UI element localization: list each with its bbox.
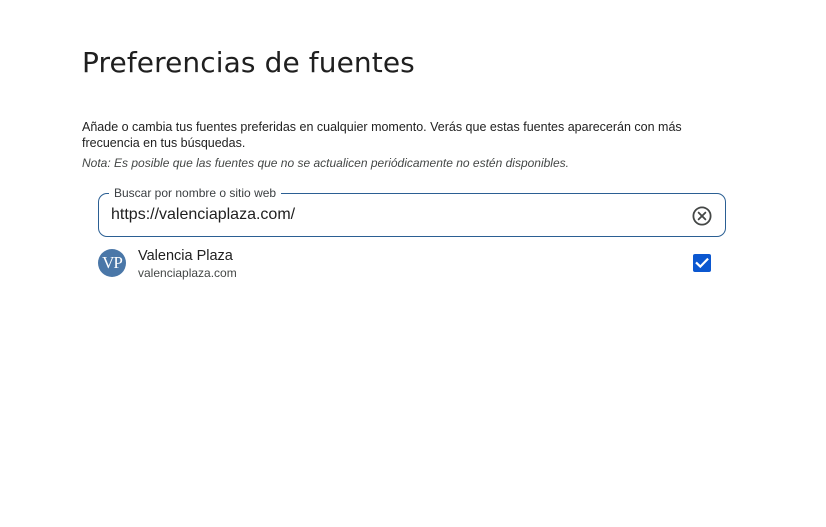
clear-circle-icon (692, 206, 712, 226)
source-domain: valenciaplaza.com (138, 266, 237, 280)
search-field[interactable]: Buscar por nombre o sitio web (98, 186, 726, 237)
page-description: Añade o cambia tus fuentes preferidas en… (82, 120, 682, 150)
search-input[interactable] (111, 202, 671, 228)
page-title: Preferencias de fuentes (82, 46, 415, 79)
site-logo: VP (98, 249, 126, 277)
source-name: Valencia Plaza (138, 248, 233, 264)
availability-note: Nota: Es posible que las fuentes que no … (82, 156, 569, 170)
clear-search-button[interactable] (691, 205, 713, 227)
search-label: Buscar por nombre o sitio web (109, 186, 282, 200)
source-checkbox[interactable] (693, 254, 711, 272)
checkmark-icon (695, 257, 709, 269)
source-list-item: VP Valencia Plaza valenciaplaza.com (98, 246, 726, 286)
